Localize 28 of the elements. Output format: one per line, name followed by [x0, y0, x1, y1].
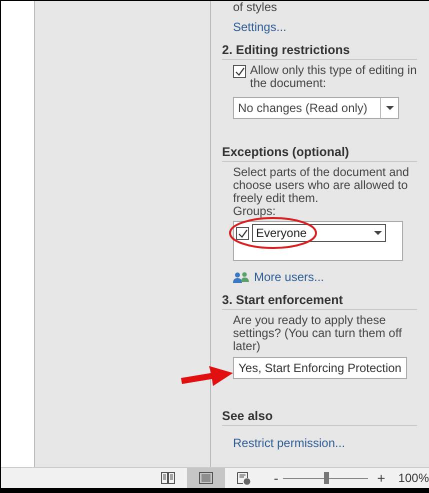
- dropdown-arrow-icon: [386, 106, 394, 110]
- settings-link[interactable]: Settings...: [233, 20, 286, 34]
- checkbox-label: Allow only this type of editing in the document:: [250, 64, 417, 90]
- dropdown-arrow-icon: [374, 231, 382, 235]
- description-text: Select parts of the document and choose users who are allowed to freely edit them.: [233, 166, 410, 205]
- section-heading: 3. Start enforcement: [222, 293, 417, 310]
- zoom-slider-thumb[interactable]: [324, 472, 329, 484]
- description-text: Are you ready to apply these settings? (You can turn them off later): [233, 314, 403, 353]
- more-users-link[interactable]: More users...: [233, 270, 324, 284]
- section-heading: Exceptions (optional): [222, 145, 417, 162]
- page-icon: [199, 472, 213, 484]
- group-dropdown[interactable]: Everyone: [252, 224, 386, 242]
- web-page-icon: [237, 472, 251, 485]
- start-enforcing-button[interactable]: Yes, Start Enforcing Protection: [233, 357, 407, 379]
- groups-label: Groups:: [233, 205, 276, 218]
- zoom-level[interactable]: 100%: [398, 471, 429, 486]
- book-icon: [161, 472, 175, 484]
- zoom-in-button[interactable]: +: [376, 470, 386, 486]
- section-heading: See also: [222, 409, 417, 426]
- print-view-button[interactable]: [187, 468, 225, 488]
- section-heading: 2. Editing restrictions: [222, 43, 417, 60]
- users-icon: [233, 272, 249, 282]
- checkbox[interactable]: [236, 227, 249, 240]
- option-text: of styles: [233, 1, 278, 14]
- zoom-out-button[interactable]: -: [271, 470, 282, 486]
- restrict-permission-link[interactable]: Restrict permission...: [233, 436, 346, 450]
- checkbox[interactable]: [233, 65, 246, 78]
- editing-type-dropdown[interactable]: No changes (Read only): [233, 97, 399, 119]
